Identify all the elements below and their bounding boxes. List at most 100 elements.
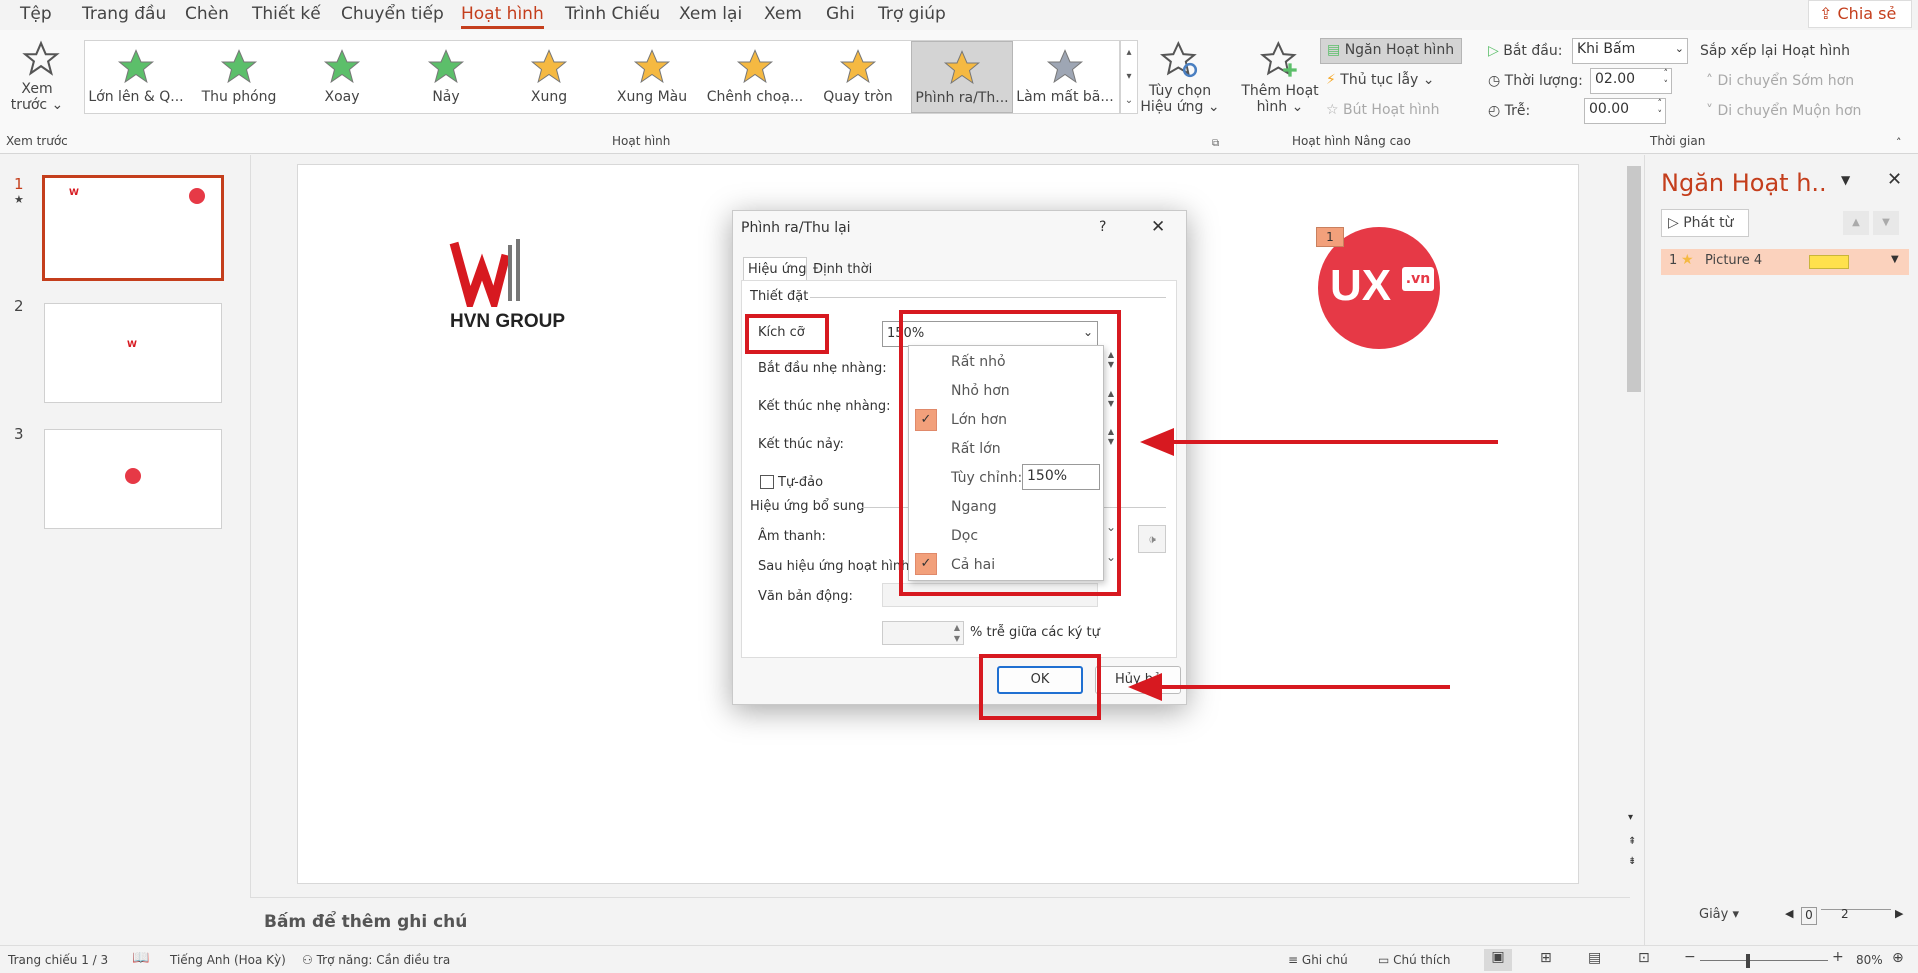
duration-input[interactable]: 02.00 ˄ ˅ (1590, 68, 1672, 94)
notes-area[interactable]: Bấm để thêm ghi chú (250, 897, 1630, 945)
mini-logo-icon: W (127, 340, 137, 350)
auto-reverse-checkbox[interactable] (760, 475, 774, 489)
slide-thumbnail-3[interactable] (44, 429, 222, 529)
zoom-slider[interactable] (1700, 960, 1828, 961)
animation-pane-button[interactable]: ▤ Ngăn Hoạt hình (1320, 38, 1462, 64)
delay-input[interactable]: 00.00 ˄ ˅ (1584, 98, 1666, 124)
effect-options-button[interactable]: Tùy chọn Hiệu ứng ⌄ (1140, 40, 1220, 126)
move-later-button: ˅ Di chuyển Muộn hơn (1706, 103, 1862, 119)
animation-option[interactable]: Thu phóng (188, 41, 290, 113)
zoom-in-icon[interactable]: + (1832, 949, 1844, 965)
arrow-head-icon (1128, 673, 1162, 701)
tab-review[interactable]: Xem lại (679, 4, 742, 24)
tab-home[interactable]: Trang đầu (82, 4, 166, 24)
notes-button[interactable]: ≡ Ghi chú (1288, 953, 1348, 967)
sorter-view-icon[interactable]: ⊞ (1540, 950, 1552, 966)
animation-option[interactable]: Quay tròn (807, 41, 909, 113)
accessibility-indicator[interactable]: ⚇ Trợ năng: Cần điều tra (302, 953, 450, 967)
animation-option-label: Nảy (432, 89, 460, 105)
scroll-thumb[interactable] (1627, 166, 1641, 392)
scroll-down-icon[interactable]: ▾ (1628, 812, 1633, 823)
animation-option-label: Phình ra/Th... (915, 90, 1009, 106)
animation-option[interactable]: Làm mất bã... (1014, 41, 1116, 113)
seconds-menu[interactable]: Giây ▾ (1699, 907, 1739, 922)
tab-transitions[interactable]: Chuyển tiếp (341, 4, 444, 24)
close-dialog-icon[interactable]: ✕ (1151, 217, 1165, 237)
spellcheck-icon[interactable]: 📖 (132, 950, 149, 966)
scale-left-icon[interactable]: ◀ (1785, 907, 1793, 920)
move-up-icon[interactable]: ▲ (1843, 211, 1869, 235)
timeline-bar (1809, 255, 1849, 269)
animation-option[interactable]: Xung (498, 41, 600, 113)
animation-option-label: Xung (530, 89, 568, 105)
animation-option[interactable]: Chênh choạ... (704, 41, 806, 113)
animation-option[interactable]: Xung Màu (601, 41, 703, 113)
star-outline-icon (22, 40, 60, 76)
menu-bar: Tệp Trang đầu Chèn Thiết kế Chuyển tiếp … (0, 0, 1918, 30)
animation-painter-button: ☆ Bút Hoạt hình (1326, 102, 1440, 118)
tab-slideshow[interactable]: Trình Chiếu (565, 4, 660, 24)
item-menu-icon[interactable]: ▼ (1891, 254, 1899, 265)
tab-record[interactable]: Ghi (826, 4, 855, 24)
animation-star-icon (323, 49, 361, 84)
collapse-ribbon-icon[interactable]: ˄ (1896, 136, 1902, 149)
share-button[interactable]: ⇪ Chia sẻ (1808, 0, 1912, 28)
tab-view[interactable]: Xem (764, 4, 802, 24)
gallery-scroll[interactable]: ▴ ▾ ⌄ (1120, 40, 1138, 114)
tab-design[interactable]: Thiết kế (252, 4, 321, 24)
animation-option[interactable]: Xoay (291, 41, 393, 113)
speaker-icon[interactable]: 🕩 (1138, 525, 1166, 553)
slideshow-view-icon[interactable]: ⊡ (1638, 950, 1650, 966)
delay-between-input: ▲ ▼ (882, 621, 964, 645)
group-timing-label: Thời gian (1650, 134, 1706, 148)
comments-button[interactable]: ▭ Chú thích (1378, 953, 1450, 967)
next-slide-icon[interactable]: ⇟ (1628, 856, 1636, 867)
fit-slide-icon[interactable]: ⊕ (1892, 950, 1904, 966)
animation-star-icon (943, 50, 981, 85)
mini-ux-logo (189, 188, 205, 204)
prev-slide-icon[interactable]: ⇞ (1628, 836, 1636, 847)
animation-option[interactable]: Nảy (395, 41, 497, 113)
zoom-level[interactable]: 80% (1856, 953, 1883, 967)
scale-right-icon[interactable]: ▶ (1895, 907, 1903, 920)
pane-options-icon[interactable]: ▼ (1841, 173, 1850, 187)
play-from-button[interactable]: ▷ Phát từ (1661, 209, 1749, 237)
slide-thumbnail-2[interactable]: W (44, 303, 222, 403)
normal-view-icon[interactable]: ▣ (1484, 949, 1512, 971)
tab-file[interactable]: Tệp (20, 4, 52, 24)
zoom-slider-thumb[interactable] (1746, 954, 1750, 968)
animation-option-label: Chênh choạ... (706, 89, 804, 105)
highlight-dropdown (899, 310, 1121, 596)
hvn-logo-icon (449, 239, 520, 317)
close-pane-icon[interactable]: ✕ (1887, 169, 1902, 190)
language-indicator[interactable]: Tiếng Anh (Hoa Kỳ) (170, 953, 286, 967)
tab-animations[interactable]: Hoạt hình (461, 4, 544, 29)
highlight-ok-button (979, 654, 1101, 720)
auto-reverse-label: Tự-đảo (778, 475, 824, 490)
highlight-size-label (745, 314, 829, 354)
dialog-launcher-icon[interactable]: ⧉ (1212, 138, 1219, 149)
move-down-icon[interactable]: ▼ (1873, 211, 1899, 235)
zoom-out-icon[interactable]: − (1684, 949, 1696, 965)
animation-list-item[interactable]: 1 ★ Picture 4 ▼ (1661, 249, 1909, 275)
tab-effect[interactable]: Hiệu ứng (743, 257, 807, 281)
tab-timing[interactable]: Định thời (813, 262, 872, 277)
animation-star-icon: ★ (14, 193, 24, 206)
trigger-button[interactable]: ⚡ Thủ tục lẫy ⌄ (1326, 72, 1435, 88)
vertical-scrollbar[interactable]: ▾ ⇞ ⇟ (1626, 160, 1644, 880)
slide-thumbnail-1[interactable]: W (42, 175, 224, 281)
slide-number: 3 (14, 425, 24, 443)
preview-button[interactable]: Xem trước ⌄ (10, 40, 64, 126)
tab-insert[interactable]: Chèn (185, 4, 229, 24)
help-button[interactable]: ? (1099, 219, 1106, 235)
animation-option-label: Xung Màu (616, 89, 688, 105)
animation-tag[interactable]: 1 (1316, 227, 1344, 247)
animation-option[interactable]: Lớn lên & Q... (85, 41, 187, 113)
add-animation-button[interactable]: Thêm Hoạt hình ⌄ (1240, 40, 1320, 126)
animate-text-label: Văn bản động: (758, 589, 853, 604)
start-select[interactable]: Khi Bấm ⌄ (1572, 38, 1688, 64)
animation-star-icon (530, 49, 568, 84)
reading-view-icon[interactable]: ▤ (1588, 950, 1601, 966)
animation-option[interactable]: Phình ra/Th... (911, 41, 1013, 113)
tab-help[interactable]: Trợ giúp (878, 4, 946, 24)
